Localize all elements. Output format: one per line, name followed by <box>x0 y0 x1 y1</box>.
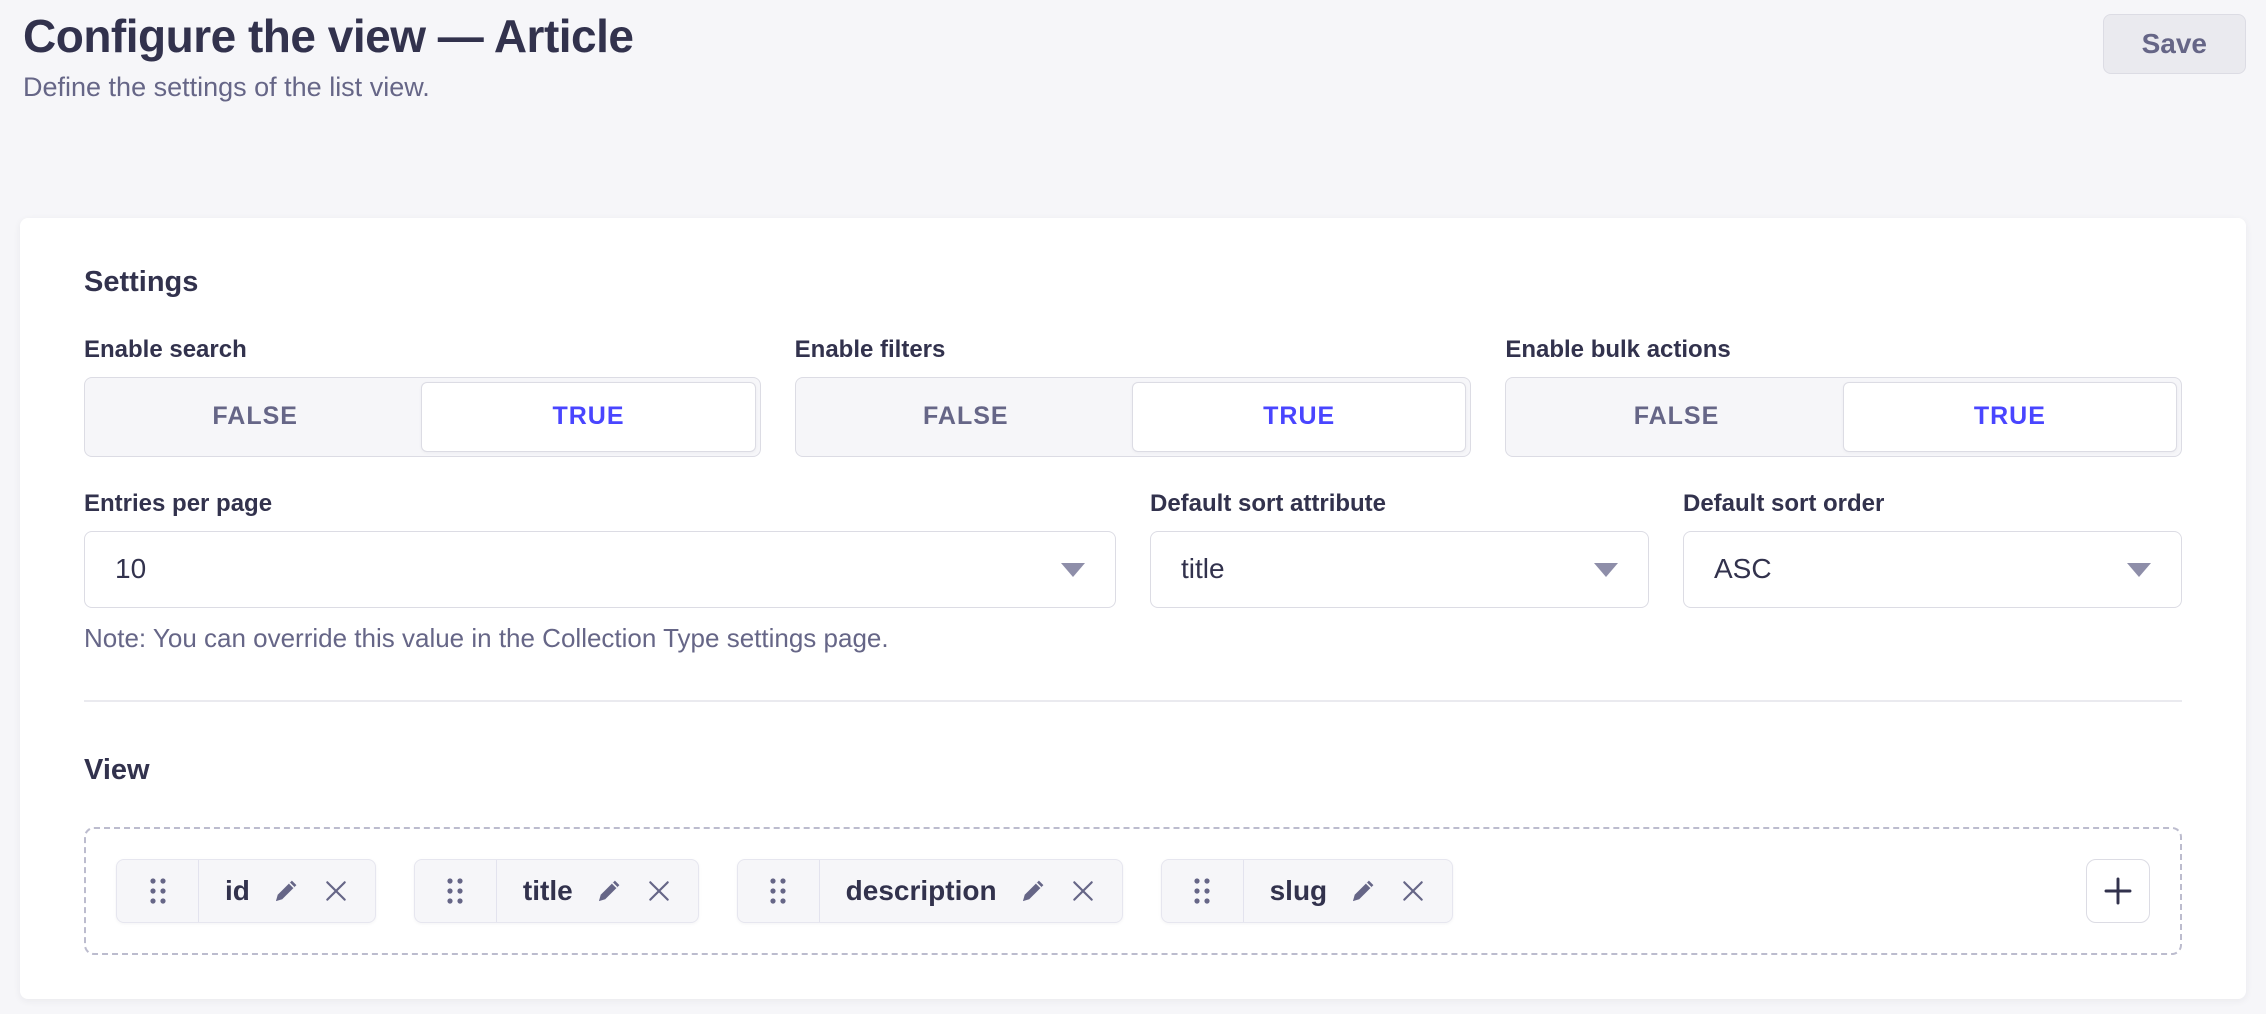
field-chip-body: title <box>497 860 698 922</box>
edit-pencil-icon <box>596 877 623 904</box>
drag-handle-icon <box>147 875 169 907</box>
enable-filters-field: Enable filters FALSE TRUE <box>795 336 1472 457</box>
enable-search-label: Enable search <box>84 336 761 364</box>
page-header: Configure the view — Article Define the … <box>0 0 2266 103</box>
drag-handle[interactable] <box>1162 860 1244 922</box>
default-sort-order-label: Default sort order <box>1683 490 2182 518</box>
field-chip-title: title <box>414 859 699 923</box>
default-sort-attribute-select[interactable]: title <box>1150 531 1649 608</box>
view-heading: View <box>84 754 2182 787</box>
enable-bulk-actions-label: Enable bulk actions <box>1505 336 2182 364</box>
remove-field-button[interactable] <box>1070 878 1096 904</box>
enable-bulk-actions-true-option[interactable]: TRUE <box>1843 382 2177 452</box>
field-chip-description: description <box>737 859 1123 923</box>
default-sort-attribute-label: Default sort attribute <box>1150 490 1649 518</box>
section-divider <box>84 700 2182 702</box>
enable-search-true-option[interactable]: TRUE <box>421 382 755 452</box>
edit-field-button[interactable] <box>1350 877 1377 904</box>
entries-per-page-field: Entries per page 10 Note: You can overri… <box>84 490 1116 654</box>
default-sort-order-select[interactable]: ASC <box>1683 531 2182 608</box>
page-title: Configure the view — Article <box>23 10 2246 63</box>
edit-field-button[interactable] <box>596 877 623 904</box>
close-icon <box>646 878 672 904</box>
settings-heading: Settings <box>84 266 2182 299</box>
enable-search-false-option[interactable]: FALSE <box>89 382 421 452</box>
edit-pencil-icon <box>1020 877 1047 904</box>
drag-handle[interactable] <box>415 860 497 922</box>
drag-handle-icon <box>444 875 466 907</box>
page-subtitle: Define the settings of the list view. <box>23 72 2246 103</box>
default-sort-attribute-value: title <box>1181 553 1225 585</box>
edit-pencil-icon <box>273 877 300 904</box>
enable-bulk-actions-field: Enable bulk actions FALSE TRUE <box>1505 336 2182 457</box>
drag-handle[interactable] <box>738 860 820 922</box>
close-icon <box>1070 878 1096 904</box>
selects-row: Entries per page 10 Note: You can overri… <box>84 490 2182 654</box>
drag-handle-icon <box>767 875 789 907</box>
edit-pencil-icon <box>1350 877 1377 904</box>
field-chip-label: title <box>523 875 573 907</box>
field-chip-label: description <box>846 875 997 907</box>
enable-filters-label: Enable filters <box>795 336 1472 364</box>
field-chip-body: id <box>199 860 375 922</box>
add-field-button[interactable] <box>2086 859 2150 923</box>
default-sort-order-field: Default sort order ASC <box>1683 490 2182 654</box>
drag-handle[interactable] <box>117 860 199 922</box>
edit-field-button[interactable] <box>1020 877 1047 904</box>
field-chip-body: description <box>820 860 1122 922</box>
save-button[interactable]: Save <box>2103 14 2246 74</box>
close-icon <box>323 878 349 904</box>
entries-per-page-select[interactable]: 10 <box>84 531 1116 608</box>
remove-field-button[interactable] <box>1400 878 1426 904</box>
entries-per-page-label: Entries per page <box>84 490 1116 518</box>
close-icon <box>1400 878 1426 904</box>
field-chip-label: slug <box>1270 875 1328 907</box>
view-fields-drop-zone: id title <box>84 827 2182 955</box>
drag-handle-icon <box>1191 875 1213 907</box>
edit-field-button[interactable] <box>273 877 300 904</box>
field-chip-id: id <box>116 859 376 923</box>
entries-per-page-value: 10 <box>115 553 146 585</box>
enable-bulk-actions-false-option[interactable]: FALSE <box>1510 382 1842 452</box>
caret-down-icon <box>1594 563 1618 577</box>
field-chip-label: id <box>225 875 250 907</box>
caret-down-icon <box>2127 563 2151 577</box>
remove-field-button[interactable] <box>323 878 349 904</box>
field-chip-slug: slug <box>1161 859 1454 923</box>
caret-down-icon <box>1061 563 1085 577</box>
plus-icon <box>2102 875 2134 907</box>
remove-field-button[interactable] <box>646 878 672 904</box>
enable-search-field: Enable search FALSE TRUE <box>84 336 761 457</box>
default-sort-order-value: ASC <box>1714 553 1772 585</box>
field-chip-body: slug <box>1244 860 1453 922</box>
enable-filters-false-option[interactable]: FALSE <box>800 382 1132 452</box>
default-sort-attribute-field: Default sort attribute title <box>1150 490 1649 654</box>
enable-bulk-actions-toggle[interactable]: FALSE TRUE <box>1505 377 2182 457</box>
settings-card: Settings Enable search FALSE TRUE Enable… <box>20 218 2246 999</box>
enable-search-toggle[interactable]: FALSE TRUE <box>84 377 761 457</box>
enable-filters-true-option[interactable]: TRUE <box>1132 382 1466 452</box>
toggles-row: Enable search FALSE TRUE Enable filters … <box>84 336 2182 457</box>
entries-per-page-note: Note: You can override this value in the… <box>84 623 1116 654</box>
enable-filters-toggle[interactable]: FALSE TRUE <box>795 377 1472 457</box>
